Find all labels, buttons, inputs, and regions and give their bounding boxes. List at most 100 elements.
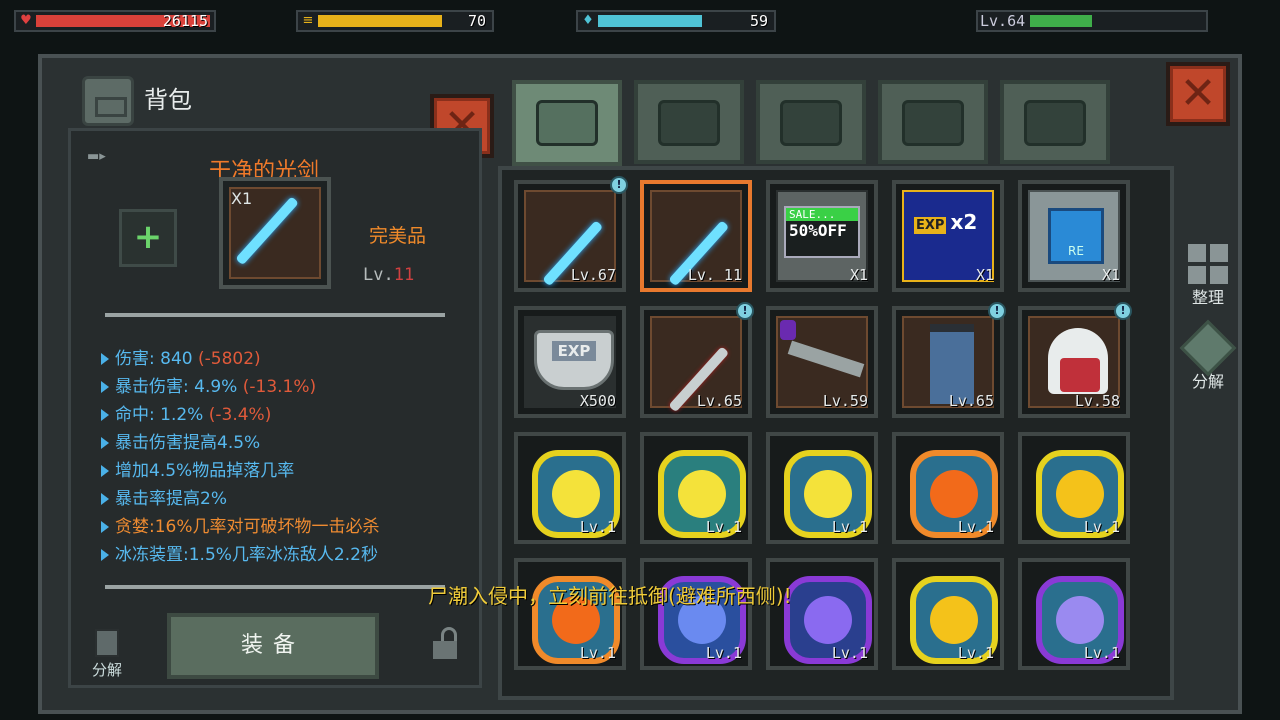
new-item-badge: ! [988,302,1006,320]
discard-button[interactable]: 分解 [89,629,125,680]
inventory-slot[interactable]: Lv.67! [514,176,628,292]
exp-shield-icon: EXP [534,330,614,390]
chip-core [552,470,600,518]
unlock-icon[interactable] [433,627,459,661]
new-item-badge: ! [610,176,628,194]
inventory-slot[interactable]: Lv.1 [892,558,1004,670]
tab-tools[interactable] [1000,80,1110,164]
inventory-slot[interactable]: Lv.1 [640,558,752,670]
stat-delta: (-3.4%) [208,405,272,425]
inventory-slot[interactable]: EXP x2 X1 [892,180,1004,292]
stat-row: 暴击伤害: 4.9% (-13.1%) [99,373,479,401]
health-value: 26115 [162,12,208,30]
divider-top [105,313,445,317]
chip-core [930,470,978,518]
grid-sort-icon [1188,244,1228,284]
inventory-slot[interactable]: Lv.58! [1018,302,1132,418]
new-item-badge: ! [736,302,754,320]
stat-text: 暴击率提高2% [115,489,227,509]
inventory-slot[interactable]: Lv.59 [766,306,878,418]
thirst-bar: ♦ 59 [576,10,776,32]
wrench-icon [1024,100,1086,146]
inventory-window: 背包 ✕ ▬▸ 干净的光剑 + X1 完美品 Lv.11 伤害: 840 (-5… [38,54,1242,714]
exp-boost-icon: EXP x2 [914,210,977,234]
chip-core [930,596,978,644]
inventory-slot[interactable]: Lv.1 [766,432,878,544]
slot-label: Lv.1 [831,518,868,536]
stat-text: 暴击伤害提高4.5% [115,433,261,453]
inventory-slot[interactable]: RE X1 [1018,180,1130,292]
stat-row: 增加4.5%物品掉落几率 [99,457,479,485]
inventory-slot[interactable]: SALE... 50%OFF X1 [766,180,878,292]
stat-row: 伤害: 840 (-5802) [99,345,479,373]
backpack-icon [82,76,134,126]
slot-label: Lv.65 [696,392,742,410]
inventory-slot[interactable]: Lv.1 [1018,432,1130,544]
event-broadcast: 尸潮入侵中，立刻前往抵御(避难所西侧)! [428,584,792,608]
stat-list: 伤害: 840 (-5802) 暴击伤害: 4.9% (-13.1%) 命中: 1.… [99,345,479,569]
tab-weapons[interactable] [878,80,988,164]
inventory-slot[interactable]: Lv. 11 [640,180,752,292]
chip-core [1056,596,1104,644]
stat-delta: (-5802) [197,349,261,369]
item-level: Lv.11 [363,265,414,285]
stat-text: 伤害: 840 [115,349,198,369]
weapon-type-icon: ▬▸ [87,149,106,164]
inventory-slot[interactable]: Lv.1 [514,432,626,544]
stat-row: 冰冻装置:1.5%几率冰冻敌人2.2秒 [99,541,479,569]
inventory-slot[interactable]: Lv.65! [640,302,754,418]
stat-row: 命中: 1.2% (-3.4%) [99,401,479,429]
stat-text: 冰冻装置:1.5%几率冰冻敌人2.2秒 [115,545,378,565]
exp-multiplier: x2 [950,210,978,234]
inventory-slot[interactable]: Lv.65! [892,302,1006,418]
experience-bar: Lv.64 [976,10,1208,32]
inventory-slot[interactable]: Lv.1 [514,558,626,670]
slot-label: Lv.67 [570,266,616,284]
close-window-button[interactable]: ✕ [1166,62,1230,126]
item-detail-pane: ▬▸ 干净的光剑 + X1 完美品 Lv.11 伤害: 840 (-5802) 暴… [68,128,482,688]
player-level: Lv.64 [980,12,1026,30]
sort-label: 整理 [1191,288,1224,307]
slot-label: Lv.1 [957,518,994,536]
slot-background: X1 [229,187,321,279]
item-grid: Lv.67! Lv. 11 SALE... 50%OFF X1 EXP x2 X1 RE X1 EX… [498,166,1174,700]
tab-medical[interactable] [634,80,744,164]
chip-core [1056,470,1104,518]
coupon-top: SALE... [786,208,858,221]
crossbow-icon [787,340,865,378]
health-bar: ♥ 26115 [14,10,216,32]
new-item-badge: ! [1114,302,1132,320]
water-drop-icon: ♦ [582,13,594,28]
inventory-slot[interactable]: Lv.1 [766,558,878,670]
tab-backpack[interactable] [512,80,622,166]
item-level-prefix: Lv. [363,265,394,285]
stat-text: 命中: 1.2% [115,405,209,425]
burger-icon: ≡ [302,13,314,28]
slot-label: Lv.1 [957,644,994,662]
add-slot-button[interactable]: + [119,209,177,267]
pistol-icon [902,100,964,146]
lock-body [433,641,457,659]
inventory-slot[interactable]: Lv.1 [640,432,752,544]
slot-label: Lv.65 [948,392,994,410]
slot-label: Lv.1 [579,518,616,536]
stat-text: 暴击伤害: 4.9% [115,377,243,397]
tab-armor[interactable] [756,80,866,164]
backpack-title: 背包 [144,86,192,114]
inventory-slot[interactable]: Lv.1 [892,432,1004,544]
inventory-slot[interactable]: Lv.1 [1018,558,1130,670]
equip-button[interactable]: 装备 [167,613,379,679]
chip-core [804,596,852,644]
slot-label: Lv.58 [1074,392,1120,410]
exp-shield-label: EXP [551,341,597,361]
slot-label: X1 [975,266,994,284]
inventory-slot[interactable]: EXP X500 [514,306,626,418]
coupon-icon: SALE... 50%OFF [784,206,860,258]
selected-item-slot: X1 [219,177,331,289]
slot-label: Lv. 11 [687,266,742,284]
discard-label: 分解 [91,661,122,679]
divider-bottom [105,585,445,589]
sort-button[interactable]: 整理 [1178,244,1238,308]
salvage-button[interactable]: 分解 [1178,319,1238,392]
backpack-header: 背包 [82,76,242,126]
